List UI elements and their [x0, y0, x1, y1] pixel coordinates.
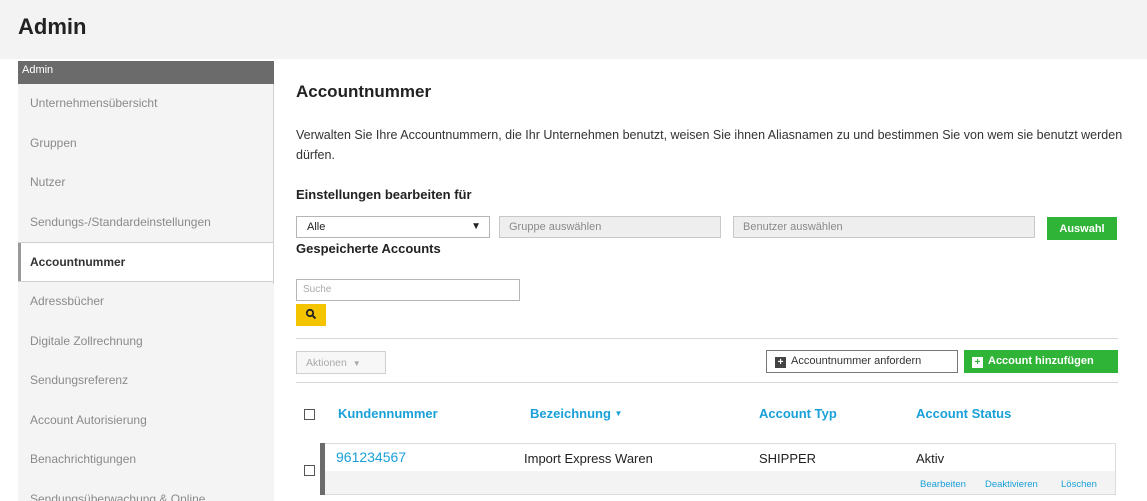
search-input[interactable]: Suche: [296, 279, 520, 301]
column-header-account-typ[interactable]: Account Typ: [759, 406, 837, 421]
magnifier-icon: [305, 308, 317, 319]
sidebar-header: Admin: [18, 61, 274, 84]
search-button[interactable]: [296, 304, 326, 326]
sidebar-item-account-autorisierung[interactable]: Account Autorisierung: [18, 401, 274, 441]
caret-down-icon: ▼: [471, 221, 481, 232]
select-all-checkbox[interactable]: [304, 409, 315, 420]
sidebar-divider: [273, 84, 274, 284]
app-title: Admin: [18, 14, 87, 39]
scope-select[interactable]: Alle ▼: [296, 216, 490, 238]
page-title: Accountnummer: [296, 82, 432, 101]
plus-square-icon: +: [775, 357, 786, 368]
caret-down-icon: ▼: [352, 359, 361, 368]
actions-dropdown[interactable]: Aktionen ▼: [296, 351, 386, 374]
top-bar: Admin: [0, 0, 1147, 59]
add-button-label: Account hinzufügen: [988, 355, 1094, 367]
row-edit-link[interactable]: Bearbeiten: [920, 479, 966, 490]
column-header-account-status[interactable]: Account Status: [916, 406, 1011, 421]
actions-label: Aktionen: [306, 357, 347, 369]
row-account-status: Aktiv: [916, 451, 945, 466]
divider: [296, 382, 1118, 383]
settings-label: Einstellungen bearbeiten für: [296, 187, 472, 202]
row-account-type: SHIPPER: [759, 451, 817, 466]
sidebar-item-unternehmensuebersicht[interactable]: Unternehmensübersicht: [18, 84, 274, 124]
request-button-label: Accountnummer anfordern: [791, 355, 922, 367]
row-deactivate-link[interactable]: Deaktivieren: [985, 479, 1038, 490]
column-header-bezeichnung-label: Bezeichnung: [530, 406, 611, 421]
sidebar-item-sendungseinstellungen[interactable]: Sendungs-/Standardeinstellungen: [18, 203, 274, 243]
sidebar-item-digitale-zollrechnung[interactable]: Digitale Zollrechnung: [18, 322, 274, 362]
column-header-kundennummer[interactable]: Kundennummer: [338, 406, 438, 421]
scope-select-value: Alle: [307, 221, 326, 233]
row-delete-link[interactable]: Löschen: [1061, 479, 1097, 490]
group-select: Gruppe auswählen: [499, 216, 721, 238]
column-header-bezeichnung[interactable]: Bezeichnung ▼: [530, 406, 622, 421]
request-account-number-button[interactable]: + Accountnummer anfordern: [766, 350, 958, 373]
row-customer-number-link[interactable]: 961234567: [336, 449, 406, 465]
sidebar-item-sendungsreferenz[interactable]: Sendungsreferenz: [18, 361, 274, 401]
page-description: Verwalten Sie Ihre Accountnummern, die I…: [296, 128, 1123, 162]
select-button[interactable]: Auswahl: [1047, 217, 1117, 240]
row-designation: Import Express Waren: [524, 451, 653, 466]
sidebar-item-adressbuecher[interactable]: Adressbücher: [18, 282, 274, 322]
sidebar-item-benachrichtigungen[interactable]: Benachrichtigungen: [18, 440, 274, 480]
sidebar-item-nutzer[interactable]: Nutzer: [18, 163, 274, 203]
saved-accounts-label: Gespeicherte Accounts: [296, 241, 441, 256]
user-select: Benutzer auswählen: [733, 216, 1035, 238]
sidebar-item-sendungsueberwachung[interactable]: Sendungsüberwachung & Online: [18, 480, 274, 501]
plus-square-icon: +: [972, 357, 983, 368]
row-checkbox[interactable]: [304, 465, 315, 476]
add-account-button[interactable]: + Account hinzufügen: [964, 350, 1118, 373]
sidebar-item-gruppen[interactable]: Gruppen: [18, 124, 274, 164]
sidebar-item-accountnummer[interactable]: Accountnummer: [18, 242, 274, 282]
admin-sidebar: Admin Unternehmensübersicht Gruppen Nutz…: [18, 61, 274, 501]
sort-down-icon: ▼: [614, 409, 623, 418]
divider: [296, 338, 1118, 339]
